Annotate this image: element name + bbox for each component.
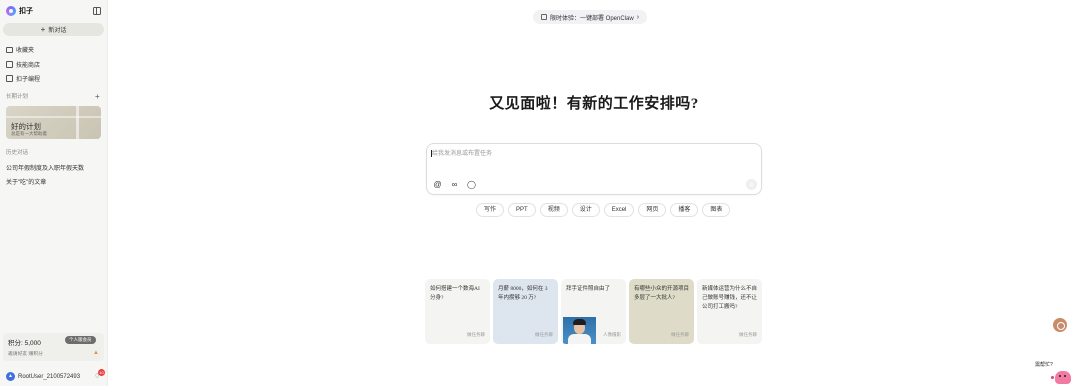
sidebar-item-favorites[interactable]: 收藏夹 bbox=[6, 45, 34, 54]
sidebar-item-label: 收藏夹 bbox=[16, 48, 35, 54]
message-input[interactable] bbox=[432, 149, 732, 158]
chip-video[interactable]: 视频 bbox=[539, 203, 568, 217]
card-cta: 做任务聊 bbox=[535, 332, 553, 337]
sidebar: 扣子 + 新对话 收藏夹 技能商店 扣子编程 长期计划 + 好的计划 总是有一大… bbox=[0, 0, 108, 386]
gift-icon bbox=[541, 14, 547, 20]
suggestion-card[interactable]: 新媒体运营为什么不自己做账号赚钱，还不让公司打工搬吗? 做任务聊 bbox=[697, 279, 762, 344]
fire-icon: ▲ bbox=[93, 350, 99, 356]
sidebar-item-label: 扣子编程 bbox=[16, 77, 41, 83]
suggestion-card[interactable]: 拜手证件照自由了 人像摄影 bbox=[561, 279, 626, 344]
chevron-right-icon: › bbox=[636, 13, 640, 21]
app-window: 扣子 + 新对话 收藏夹 技能商店 扣子编程 长期计划 + 好的计划 总是有一大… bbox=[0, 0, 1080, 386]
suggestion-cards: 如何搭建一个数海AI分身? 做任务聊 月薪 8000，如何在 3 年内攒够 20… bbox=[425, 279, 762, 344]
ribbon-decoration bbox=[76, 106, 79, 139]
mascot-icon[interactable] bbox=[1055, 371, 1071, 384]
card-text: 拜手证件照自由了 bbox=[566, 286, 611, 292]
card-text: 有哪些小众的开源项目多层了一大批人? bbox=[634, 286, 690, 301]
plan-card[interactable]: 好的计划 总是有一大帮助着 bbox=[6, 106, 101, 139]
history-section-label: 历史对话 bbox=[6, 150, 29, 156]
new-chat-button[interactable]: + 新对话 bbox=[3, 23, 104, 36]
card-cta: 做任务聊 bbox=[739, 332, 757, 337]
card-cta: 做任务聊 bbox=[467, 332, 485, 337]
promo-banner[interactable]: 限时体验：一键部署 OpenClaw › bbox=[533, 10, 648, 24]
folder-icon bbox=[6, 46, 13, 53]
card-text: 如何搭建一个数海AI分身? bbox=[430, 286, 480, 301]
attachment-icon[interactable]: ∞ bbox=[450, 180, 459, 189]
sidebar-item-coze-coding[interactable]: 扣子编程 bbox=[6, 74, 40, 83]
store-icon bbox=[6, 61, 13, 68]
card-cta: 做任务聊 bbox=[671, 332, 689, 337]
mascot-dot bbox=[1051, 376, 1054, 379]
quick-skill-chips: 写作 PPT 视频 设计 Excel 网页 播客 图表 bbox=[476, 203, 731, 217]
chip-writing[interactable]: 写作 bbox=[476, 203, 505, 217]
history-item[interactable]: 公司年假制度及入职年假天数 bbox=[6, 163, 84, 172]
sidebar-collapse-icon[interactable] bbox=[93, 7, 101, 15]
page-title: 又见面啦！有新的工作安排吗? bbox=[489, 96, 699, 112]
help-tooltip: 需帮忙? bbox=[1032, 360, 1056, 370]
promo-label: 限时体验：一键部署 OpenClaw bbox=[550, 15, 634, 22]
coze-logo-icon bbox=[6, 6, 16, 16]
user-profile[interactable]: ▲ RootUser_2100572493 bbox=[6, 372, 80, 381]
chip-excel[interactable]: Excel bbox=[603, 203, 635, 217]
plans-section-label: 长期计划 bbox=[6, 94, 29, 100]
floating-assistant-button[interactable] bbox=[1053, 318, 1067, 332]
points-balance: 积分: 5,000 bbox=[8, 340, 41, 347]
notification-badge: 10 bbox=[98, 369, 105, 376]
suggestion-card[interactable]: 如何搭建一个数海AI分身? 做任务聊 bbox=[425, 279, 490, 344]
sidebar-item-skill-store[interactable]: 技能商店 bbox=[6, 60, 40, 69]
points-panel: 积分: 5,000 个人版会员 邀请好友 赚积分 ▲ bbox=[3, 333, 104, 361]
plan-card-subtitle: 总是有一大帮助着 bbox=[11, 131, 47, 136]
chip-chart[interactable]: 图表 bbox=[702, 203, 731, 217]
brand-name: 扣子 bbox=[19, 8, 33, 15]
sidebar-item-label: 技能商店 bbox=[16, 63, 41, 69]
send-button[interactable] bbox=[746, 179, 757, 190]
chip-design[interactable]: 设计 bbox=[571, 203, 600, 217]
new-chat-label: 新对话 bbox=[48, 28, 67, 34]
suggestion-card[interactable]: 月薪 8000，如何在 3 年内攒够 20 万? 做任务聊 bbox=[493, 279, 558, 344]
upgrade-badge[interactable]: 个人版会员 bbox=[65, 336, 96, 344]
suggestion-card[interactable]: 有哪些小众的开源项目多层了一大批人? 做任务聊 bbox=[629, 279, 694, 344]
lightbulb-icon[interactable]: ◯ bbox=[467, 180, 476, 189]
ribbon-decoration bbox=[6, 116, 101, 118]
plus-icon: + bbox=[40, 24, 46, 34]
brand[interactable]: 扣子 bbox=[6, 6, 33, 16]
chip-podcast[interactable]: 播客 bbox=[670, 203, 699, 217]
id-photo-image bbox=[563, 317, 596, 344]
composer: @ ∞ ◯ bbox=[426, 143, 762, 195]
photo-hair bbox=[573, 319, 586, 325]
chip-webpage[interactable]: 网页 bbox=[638, 203, 667, 217]
card-text: 新媒体运营为什么不自己做账号赚钱，还不让公司打工搬吗? bbox=[702, 286, 758, 310]
avatar: ▲ bbox=[6, 372, 15, 381]
code-icon bbox=[6, 75, 13, 82]
add-plan-button[interactable]: + bbox=[95, 92, 100, 101]
card-text: 月薪 8000，如何在 3 年内攒够 20 万? bbox=[498, 286, 548, 301]
chip-ppt[interactable]: PPT bbox=[508, 203, 536, 217]
history-item[interactable]: 关于"吃"的文章 bbox=[6, 177, 46, 186]
main-area: 限时体验：一键部署 OpenClaw › 又见面啦！有新的工作安排吗? @ ∞ … bbox=[108, 0, 1080, 386]
photo-shirt bbox=[568, 334, 591, 344]
card-cta: 人像摄影 bbox=[603, 332, 621, 337]
invite-link[interactable]: 邀请好友 赚积分 bbox=[8, 350, 43, 357]
user-name: RootUser_2100572493 bbox=[18, 373, 81, 380]
mention-icon[interactable]: @ bbox=[433, 180, 442, 189]
